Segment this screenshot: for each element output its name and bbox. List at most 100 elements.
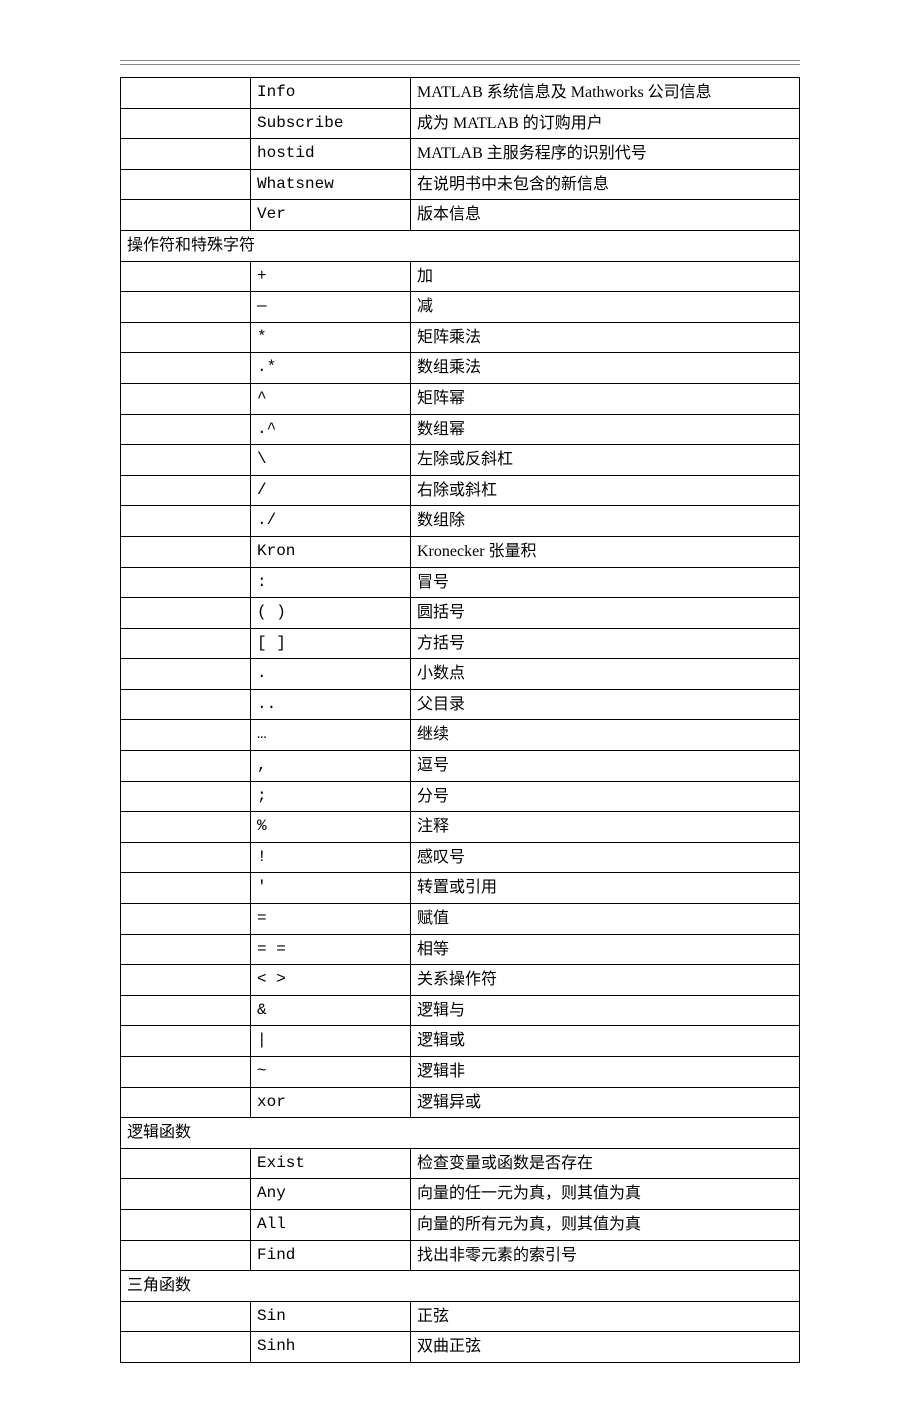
description-cell: 检查变量或函数是否存在 (411, 1148, 800, 1179)
category-cell (121, 506, 251, 537)
command-cell: : (251, 567, 411, 598)
table-row: Exist检查变量或函数是否存在 (121, 1148, 800, 1179)
description-cell: 向量的所有元为真，则其值为真 (411, 1209, 800, 1240)
category-cell (121, 628, 251, 659)
command-cell: Whatsnew (251, 169, 411, 200)
category-cell (121, 1026, 251, 1057)
table-row: ~逻辑非 (121, 1057, 800, 1088)
table-row: &逻辑与 (121, 995, 800, 1026)
table-row: xor逻辑异或 (121, 1087, 800, 1118)
category-cell (121, 1179, 251, 1210)
table-row: +加 (121, 261, 800, 292)
table-row: Subscribe成为 MATLAB 的订购用户 (121, 108, 800, 139)
table-row: \左除或反斜杠 (121, 445, 800, 476)
description-cell: 继续 (411, 720, 800, 751)
command-cell: ./ (251, 506, 411, 537)
command-cell: < > (251, 965, 411, 996)
description-cell: 向量的任一元为真，则其值为真 (411, 1179, 800, 1210)
description-cell: MATLAB 主服务程序的识别代号 (411, 139, 800, 170)
table-row: |逻辑或 (121, 1026, 800, 1057)
table-row: ;分号 (121, 781, 800, 812)
command-cell: % (251, 812, 411, 843)
category-cell (121, 842, 251, 873)
command-cell: .* (251, 353, 411, 384)
description-cell: 数组除 (411, 506, 800, 537)
description-cell: 圆括号 (411, 598, 800, 629)
category-cell (121, 383, 251, 414)
section-header-row: 操作符和特殊字符 (121, 230, 800, 261)
header-divider-2 (120, 64, 800, 65)
description-cell: 分号 (411, 781, 800, 812)
category-cell (121, 598, 251, 629)
command-cell: Subscribe (251, 108, 411, 139)
category-cell (121, 1087, 251, 1118)
description-cell: 矩阵幂 (411, 383, 800, 414)
table-row: InfoMATLAB 系统信息及 Mathworks 公司信息 (121, 78, 800, 109)
command-cell: / (251, 475, 411, 506)
command-cell: [ ] (251, 628, 411, 659)
category-cell (121, 781, 251, 812)
command-cell: Sinh (251, 1332, 411, 1363)
description-cell: 注释 (411, 812, 800, 843)
description-cell: MATLAB 系统信息及 Mathworks 公司信息 (411, 78, 800, 109)
command-cell: = = (251, 934, 411, 965)
description-cell: 赋值 (411, 904, 800, 935)
category-cell (121, 108, 251, 139)
command-cell: … (251, 720, 411, 751)
command-cell: * (251, 322, 411, 353)
category-cell (121, 261, 251, 292)
command-cell: + (251, 261, 411, 292)
description-cell: 在说明书中未包含的新信息 (411, 169, 800, 200)
description-cell: 逻辑异或 (411, 1087, 800, 1118)
description-cell: 逗号 (411, 751, 800, 782)
description-cell: 方括号 (411, 628, 800, 659)
category-cell (121, 78, 251, 109)
table-row: .^数组幂 (121, 414, 800, 445)
category-cell (121, 353, 251, 384)
description-cell: 感叹号 (411, 842, 800, 873)
description-cell: 数组幂 (411, 414, 800, 445)
category-cell (121, 720, 251, 751)
table-row: Whatsnew在说明书中未包含的新信息 (121, 169, 800, 200)
category-cell (121, 567, 251, 598)
command-cell: = (251, 904, 411, 935)
category-cell (121, 659, 251, 690)
category-cell (121, 1209, 251, 1240)
command-cell: ' (251, 873, 411, 904)
description-cell: 转置或引用 (411, 873, 800, 904)
description-cell: 找出非零元素的索引号 (411, 1240, 800, 1271)
table-row: .*数组乘法 (121, 353, 800, 384)
command-cell: ( ) (251, 598, 411, 629)
table-row: All向量的所有元为真，则其值为真 (121, 1209, 800, 1240)
reference-table: InfoMATLAB 系统信息及 Mathworks 公司信息Subscribe… (120, 77, 800, 1363)
category-cell (121, 169, 251, 200)
header-divider-1 (120, 60, 800, 61)
table-row: ,逗号 (121, 751, 800, 782)
table-row: Any向量的任一元为真，则其值为真 (121, 1179, 800, 1210)
description-cell: 冒号 (411, 567, 800, 598)
category-cell (121, 475, 251, 506)
category-cell (121, 322, 251, 353)
category-cell (121, 1332, 251, 1363)
command-cell: All (251, 1209, 411, 1240)
description-cell: 逻辑非 (411, 1057, 800, 1088)
command-cell: Info (251, 78, 411, 109)
command-cell: Exist (251, 1148, 411, 1179)
table-row: [ ]方括号 (121, 628, 800, 659)
command-cell: & (251, 995, 411, 1026)
command-cell: . (251, 659, 411, 690)
description-cell: 双曲正弦 (411, 1332, 800, 1363)
command-cell: .. (251, 689, 411, 720)
table-row: ( )圆括号 (121, 598, 800, 629)
table-row: '转置或引用 (121, 873, 800, 904)
command-cell: Kron (251, 536, 411, 567)
description-cell: 逻辑与 (411, 995, 800, 1026)
category-cell (121, 536, 251, 567)
command-cell: ; (251, 781, 411, 812)
table-row: Ver版本信息 (121, 200, 800, 231)
category-cell (121, 292, 251, 323)
category-cell (121, 139, 251, 170)
category-cell (121, 1148, 251, 1179)
table-row: ^矩阵幂 (121, 383, 800, 414)
category-cell (121, 1301, 251, 1332)
